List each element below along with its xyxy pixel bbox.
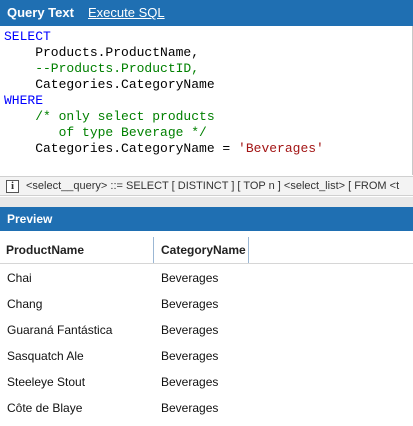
- code-line[interactable]: /* only select products: [4, 109, 215, 125]
- column-header-productname[interactable]: ProductName: [0, 237, 154, 263]
- code-token: Categories.CategoryName =: [4, 141, 239, 156]
- code-token: 'Beverages': [238, 141, 324, 156]
- code-line[interactable]: Categories.CategoryName = 'Beverages': [4, 141, 324, 157]
- syntax-hint-bar: i <select__query> ::= SELECT [ DISTINCT …: [0, 176, 413, 196]
- code-token: WHERE: [4, 93, 44, 108]
- code-line[interactable]: Products.ProductName,: [4, 45, 199, 61]
- query-text-header: Query Text Execute SQL: [0, 0, 413, 26]
- code-line[interactable]: WHERE: [4, 93, 43, 109]
- preview-title: Preview: [7, 212, 53, 226]
- cell-categoryname[interactable]: Beverages: [161, 291, 218, 317]
- cell-productname[interactable]: Côte de Blaye: [7, 395, 82, 421]
- code-token: /* only select products: [4, 109, 215, 124]
- sql-editor[interactable]: SELECT Products.ProductName, --Products.…: [0, 26, 413, 175]
- code-token: Products.ProductName,: [4, 45, 200, 60]
- cell-categoryname[interactable]: Beverages: [161, 317, 218, 343]
- header-divider: [0, 263, 413, 264]
- cell-productname[interactable]: Steeleye Stout: [7, 369, 85, 395]
- cell-categoryname[interactable]: Beverages: [161, 265, 218, 291]
- cell-categoryname[interactable]: Beverages: [161, 395, 218, 421]
- code-line[interactable]: Categories.CategoryName: [4, 77, 215, 93]
- cell-productname[interactable]: Chang: [7, 291, 42, 317]
- cell-productname[interactable]: Chai: [7, 265, 32, 291]
- code-line[interactable]: of type Beverage */: [4, 125, 207, 141]
- cell-productname[interactable]: Sasquatch Ale: [7, 343, 84, 369]
- code-line[interactable]: SELECT: [4, 29, 51, 45]
- column-header-categoryname[interactable]: CategoryName: [155, 237, 249, 263]
- cell-categoryname[interactable]: Beverages: [161, 343, 218, 369]
- cell-productname[interactable]: Guaraná Fantástica: [7, 317, 112, 343]
- query-text-title: Query Text: [7, 5, 74, 20]
- info-icon: i: [6, 180, 19, 193]
- cell-categoryname[interactable]: Beverages: [161, 369, 218, 395]
- code-line[interactable]: --Products.ProductID,: [4, 61, 199, 77]
- execute-sql-link[interactable]: Execute SQL: [88, 5, 165, 20]
- code-token: Categories.CategoryName: [4, 77, 215, 92]
- panel-divider[interactable]: [0, 197, 413, 207]
- syntax-hint-text: <select__query> ::= SELECT [ DISTINCT ] …: [26, 180, 400, 192]
- code-token: --Products.ProductID,: [4, 61, 200, 76]
- preview-grid: ProductName CategoryName Chai Beverages Ch…: [0, 231, 413, 426]
- preview-header: Preview: [0, 207, 413, 231]
- code-token: SELECT: [4, 29, 51, 44]
- code-token: of type Beverage */: [4, 125, 207, 140]
